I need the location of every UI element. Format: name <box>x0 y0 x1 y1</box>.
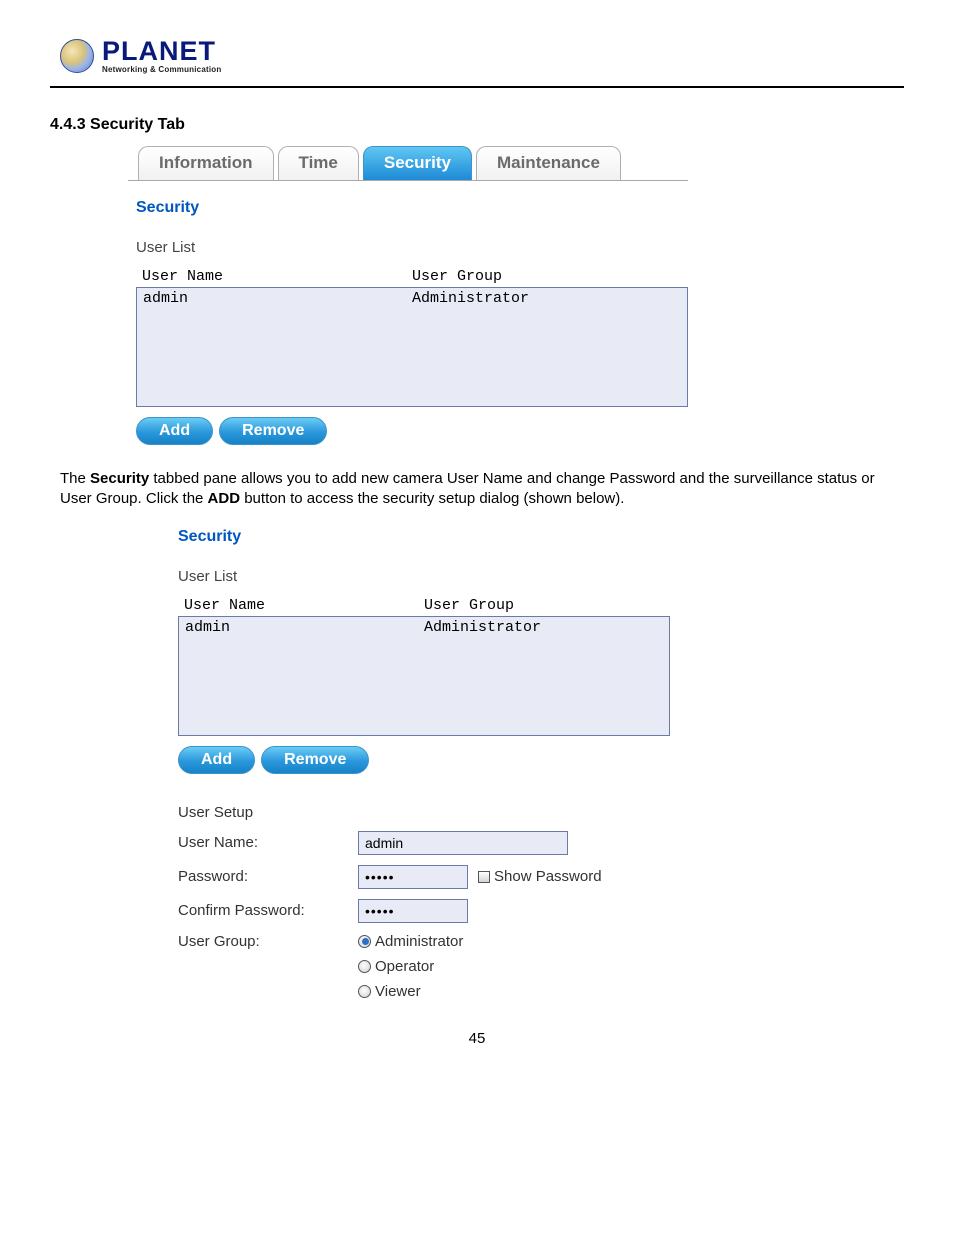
page-number: 45 <box>50 1030 904 1047</box>
buttons-row-2: Add Remove <box>178 746 670 774</box>
col-user-name: User Name <box>184 597 424 614</box>
tab-information[interactable]: Information <box>138 146 274 180</box>
add-button[interactable]: Add <box>136 417 213 445</box>
user-list-table-2: User Name User Group admin Administrator <box>178 595 670 736</box>
user-group-radios: Administrator Operator Viewer <box>358 933 463 1000</box>
user-setup-form: User Setup User Name: Password: Show Pas… <box>178 804 670 1000</box>
cell-user-group: Administrator <box>412 290 681 404</box>
panel-title: Security <box>178 528 670 546</box>
section-heading: 4.4.3 Security Tab <box>50 116 904 134</box>
user-setup-heading: User Setup <box>178 804 358 821</box>
password-label: Password: <box>178 868 358 885</box>
user-list-table: User Name User Group admin Administrator <box>136 266 688 407</box>
remove-button[interactable]: Remove <box>261 746 369 774</box>
buttons-row: Add Remove <box>136 417 688 445</box>
panel-title: Security <box>136 199 688 217</box>
radio-label: Viewer <box>375 983 421 1000</box>
cell-user-name: admin <box>143 290 412 404</box>
radio-viewer[interactable]: Viewer <box>358 983 463 1000</box>
user-list-label: User List <box>136 239 688 256</box>
bold-add: ADD <box>208 490 241 507</box>
password-input[interactable] <box>358 865 468 889</box>
radio-icon <box>358 960 371 973</box>
show-password-toggle[interactable]: Show Password <box>478 868 602 885</box>
confirm-password-label: Confirm Password: <box>178 902 358 919</box>
radio-icon <box>358 935 371 948</box>
radio-icon <box>358 985 371 998</box>
tabs-row: Information Time Security Maintenance <box>128 146 688 181</box>
user-name-label: User Name: <box>178 834 358 851</box>
tab-security[interactable]: Security <box>363 146 472 180</box>
col-user-name: User Name <box>142 268 412 285</box>
cell-user-name: admin <box>185 619 424 733</box>
bold-security: Security <box>90 470 149 487</box>
text: button to access the security setup dial… <box>240 490 624 507</box>
radio-label: Administrator <box>375 933 463 950</box>
description-paragraph: The Security tabbed pane allows you to a… <box>60 469 894 510</box>
user-list-label: User List <box>178 568 670 585</box>
cell-user-group: Administrator <box>424 619 663 733</box>
col-user-group: User Group <box>412 268 682 285</box>
col-user-group: User Group <box>424 597 664 614</box>
show-password-label: Show Password <box>494 868 602 885</box>
radio-administrator[interactable]: Administrator <box>358 933 463 950</box>
user-list-body[interactable]: admin Administrator <box>136 287 688 407</box>
confirm-password-input[interactable] <box>358 899 468 923</box>
checkbox-icon <box>478 871 490 883</box>
radio-label: Operator <box>375 958 434 975</box>
security-panel-2: Security User List User Name User Group … <box>170 528 670 1000</box>
logo-tagline: Networking & Communication <box>102 65 221 74</box>
user-list-header: User Name User Group <box>136 266 688 287</box>
add-button[interactable]: Add <box>178 746 255 774</box>
user-group-label: User Group: <box>178 933 358 950</box>
logo-text: PLANET Networking & Communication <box>102 38 221 74</box>
security-panel-1: Information Time Security Maintenance Se… <box>128 146 688 445</box>
user-list-header: User Name User Group <box>178 595 670 616</box>
remove-button[interactable]: Remove <box>219 417 327 445</box>
page-header: PLANET Networking & Communication <box>50 30 904 88</box>
tab-time[interactable]: Time <box>278 146 359 180</box>
user-name-input[interactable] <box>358 831 568 855</box>
user-list-body[interactable]: admin Administrator <box>178 616 670 736</box>
logo-name: PLANET <box>102 38 221 65</box>
logo-globe-icon <box>60 39 94 73</box>
tab-maintenance[interactable]: Maintenance <box>476 146 621 180</box>
text: The <box>60 470 90 487</box>
radio-operator[interactable]: Operator <box>358 958 463 975</box>
